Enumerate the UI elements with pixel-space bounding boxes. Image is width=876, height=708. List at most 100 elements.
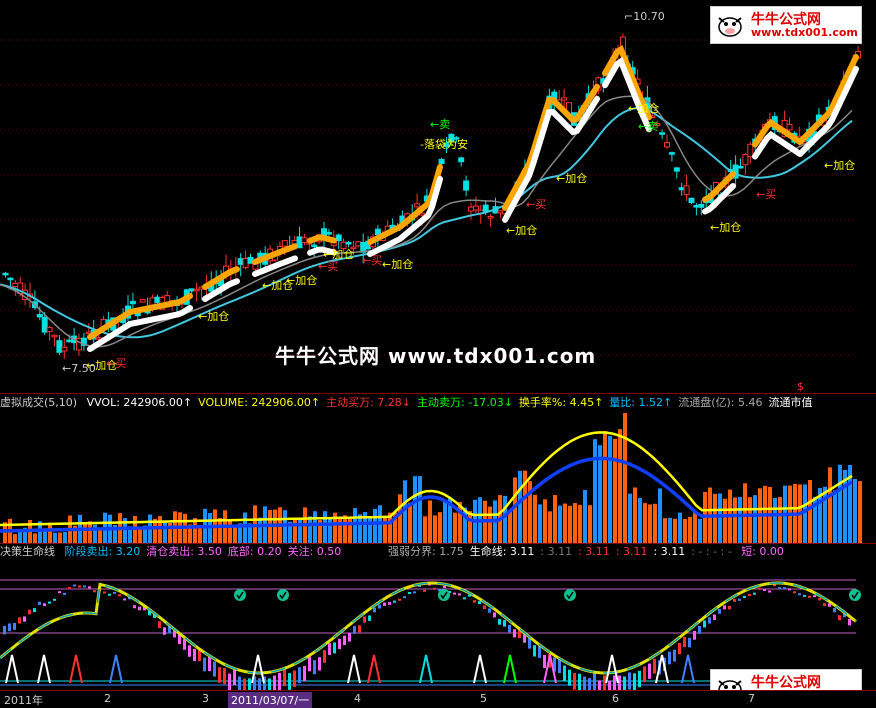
volume-bar [563, 503, 567, 543]
candle [291, 235, 298, 245]
decision-bar [508, 625, 511, 633]
decision-bar [563, 665, 566, 682]
time-axis-tick: 3 [202, 692, 209, 705]
volume-bar [673, 518, 677, 543]
decision-bar [158, 621, 161, 628]
time-axis-tick: 2 [104, 692, 111, 705]
decision-bar [753, 592, 756, 595]
decision-field: 关注: 0.50 [287, 545, 342, 558]
decision-bar [808, 595, 811, 598]
volume-bar [743, 483, 747, 543]
candle [46, 325, 53, 341]
decision-bar [623, 676, 626, 690]
decision-bar [208, 656, 211, 672]
decision-field: 生命线: 3.11 [469, 545, 535, 558]
decision-bar [723, 605, 726, 610]
decision-bar [668, 651, 671, 665]
signal-label-add: ←加仓 [710, 221, 742, 234]
volume-field: VVOL: 242906.00↑ [86, 396, 193, 409]
volume-bar [83, 522, 87, 543]
decision-bar [228, 673, 231, 690]
decision-bar [48, 601, 51, 604]
volume-bar [648, 504, 652, 543]
volume-bar [443, 500, 447, 543]
candle [673, 166, 680, 179]
candle [683, 174, 690, 201]
decision-bar [463, 597, 466, 600]
signal-triangle [503, 654, 517, 684]
decision-bar [358, 625, 361, 633]
time-axis-tick: 7 [748, 692, 755, 705]
volume-bar [408, 502, 412, 543]
volume-bar [593, 439, 597, 543]
volume-bar [33, 533, 37, 543]
volume-bar [428, 500, 432, 543]
decision-bar [393, 600, 396, 603]
decision-bar [588, 678, 591, 690]
volume-bar [468, 511, 472, 543]
volume-bar [533, 494, 537, 543]
volume-bar [753, 495, 757, 543]
volume-bar [508, 510, 512, 543]
candle [355, 240, 362, 248]
decision-lifeline-pane[interactable]: 决策生命线 阶段卖出: 3.20 清仓卖出: 3.50 底部: 0.20 关注: 0.… [0, 543, 876, 690]
decision-bar [493, 612, 496, 618]
decision-bar [308, 656, 311, 672]
decision-bar [243, 678, 246, 690]
volume-chart[interactable] [0, 393, 876, 543]
decision-bar [43, 603, 46, 606]
decision-bar [613, 675, 616, 690]
volume-bar [343, 515, 347, 543]
decision-bar [238, 676, 241, 690]
volume-bar [488, 506, 492, 543]
check-icon [234, 589, 246, 601]
decision-bar [778, 587, 781, 590]
decision-field: 短: 0.00 [741, 545, 784, 558]
signal-label-low: ←7.50 [62, 362, 96, 375]
decision-bar [233, 668, 236, 686]
volume-bar [858, 481, 862, 543]
volume-bar [58, 532, 62, 543]
time-axis[interactable]: 2011年 2 3 2011/03/07/一 4 5 6 7 [0, 690, 876, 708]
decision-bar [738, 598, 741, 601]
decision-bar [3, 625, 6, 635]
candle [497, 210, 504, 219]
volume-bar [543, 499, 547, 543]
candle [737, 158, 744, 169]
candlestick-chart[interactable] [0, 0, 876, 393]
decision-bar [718, 608, 721, 614]
decision-bar [678, 642, 681, 655]
volume-bar [573, 503, 577, 543]
decision-lifeline-chart[interactable] [0, 543, 876, 690]
signal-label-buy: ←买 [318, 260, 339, 273]
candle [139, 298, 146, 303]
volume-bar [163, 522, 167, 543]
signal-triangle [37, 654, 51, 684]
signal-label-sell: ←卖 [430, 118, 451, 131]
decision-bar [203, 657, 206, 672]
candle [742, 152, 749, 175]
decision-bar [378, 604, 381, 609]
volume-bar [678, 512, 682, 543]
candle [747, 141, 754, 164]
signal-label-buy: ←买 [106, 357, 127, 370]
signal-label-mark: $ [797, 380, 804, 393]
volume-bar [683, 518, 687, 543]
decision-bar [383, 602, 386, 606]
decision-bar [28, 609, 31, 615]
signal-triangle [419, 654, 433, 684]
volume-bar [693, 511, 697, 543]
volume-bar [568, 505, 572, 543]
decision-bar [783, 587, 786, 590]
volume-pane[interactable]: 虚拟成交(5,10) VVOL: 242906.00↑ VOLUME: 24290… [0, 393, 876, 543]
decision-bar [313, 660, 316, 675]
price-chart-pane[interactable]: ⌐10.70 ←加仓 ←买 ←7.50 ←加仓 ←加仓 ←加仓 ←加仓 ←买 ←加仓 ←买 ←卖 -落… [0, 0, 876, 393]
decision-bar [353, 626, 356, 634]
volume-bar [323, 511, 327, 543]
decision-bar [513, 629, 516, 638]
volume-bar [628, 493, 632, 543]
decision-bar [68, 587, 71, 590]
signal-label-add: ←加仓 [556, 172, 588, 185]
volume-bar [723, 498, 727, 543]
decision-bar [213, 661, 216, 677]
